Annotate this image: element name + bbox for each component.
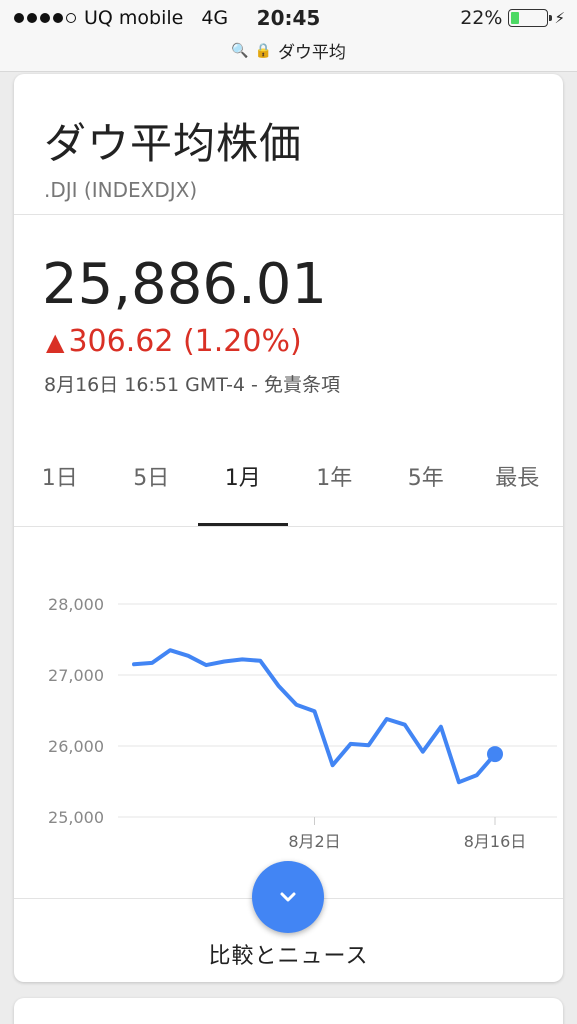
y-tick-label: 26,000 xyxy=(48,737,104,756)
price-change: ▲ 306.62 (1.20%) xyxy=(46,324,302,359)
x-tick-label: 8月2日 xyxy=(288,832,340,851)
url-text: ダウ平均 xyxy=(277,43,346,63)
tab-max[interactable]: 最長 xyxy=(472,446,564,526)
page-title: ダウ平均株価 xyxy=(44,119,303,168)
tab-5y[interactable]: 5年 xyxy=(380,446,472,526)
lock-icon: 🔒 xyxy=(254,42,272,59)
price-line xyxy=(132,648,497,785)
charging-icon: ⚡ xyxy=(554,9,565,27)
y-tick-label: 27,000 xyxy=(48,666,104,685)
tab-5d[interactable]: 5日 xyxy=(106,446,198,526)
y-tick-label: 28,000 xyxy=(48,595,104,614)
ticker-symbol: .DJI (INDEXDJX) xyxy=(44,178,198,202)
latest-point xyxy=(487,746,503,763)
compare-news-link[interactable]: 比較とニュース xyxy=(14,938,563,970)
stock-price: 25,886.01 xyxy=(42,252,328,317)
expand-button[interactable] xyxy=(252,861,324,933)
price-change-value: 306.62 (1.20%) xyxy=(68,324,302,359)
price-chart[interactable]: 28,000 27,000 26,000 25,000 8月2日 8月16日 xyxy=(14,564,563,894)
battery-percent: 22% xyxy=(460,7,503,29)
status-bar: UQ mobile 4G 20:45 22% ⚡ 🔍 🔒 ダウ平均 xyxy=(0,0,577,72)
battery-status: 22% ⚡ xyxy=(460,7,565,29)
battery-icon xyxy=(508,9,553,27)
next-card xyxy=(14,998,563,1024)
divider xyxy=(14,214,563,215)
url-bar[interactable]: 🔍 🔒 ダウ平均 xyxy=(0,38,577,64)
tab-1m[interactable]: 1月 xyxy=(197,446,289,526)
tab-1d[interactable]: 1日 xyxy=(14,446,106,526)
x-tick-label: 8月16日 xyxy=(464,832,527,851)
stock-card: ダウ平均株価 .DJI (INDEXDJX) 25,886.01 ▲ 306.6… xyxy=(14,74,563,982)
chevron-down-icon xyxy=(280,892,296,902)
tab-1y[interactable]: 1年 xyxy=(289,446,381,526)
up-arrow-icon: ▲ xyxy=(46,327,65,356)
range-tabs: 1日 5日 1月 1年 5年 最長 xyxy=(14,446,563,526)
y-tick-label: 25,000 xyxy=(48,808,104,827)
divider xyxy=(14,526,563,527)
search-icon: 🔍 xyxy=(231,42,249,59)
quote-timestamp[interactable]: 8月16日 16:51 GMT-4 - 免責条項 xyxy=(44,370,340,397)
